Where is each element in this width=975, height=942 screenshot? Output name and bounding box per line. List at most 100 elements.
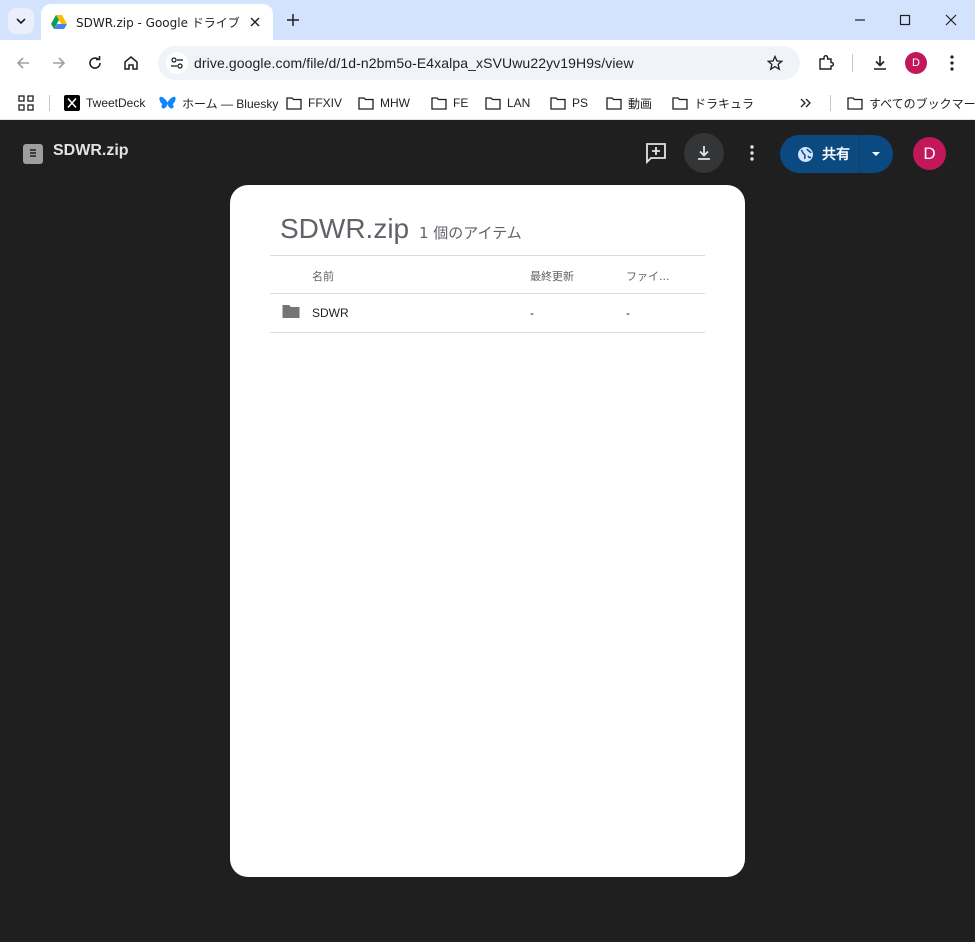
folder-icon [358,97,374,110]
bluesky-butterfly-icon [159,96,176,109]
new-tab-button[interactable] [283,10,303,30]
folder-icon [286,97,302,110]
home-icon [124,56,138,70]
downloads-button[interactable] [868,51,892,75]
tab-close-button[interactable] [247,14,263,30]
bookmark-bluesky[interactable]: ホーム — Bluesky [159,91,278,115]
caret-down-icon [872,152,880,156]
drive-file-viewer: SDWR.zip 共有 D SDWR.zip 1 個のアイテム 名前 最終更新 … [0,121,975,942]
google-drive-icon [51,15,67,29]
folder-icon [672,97,688,110]
bookmark-folder-douga[interactable]: 動画 [606,91,652,115]
share-label: 共有 [822,147,850,163]
bookmark-folder-lan[interactable]: LAN [485,91,530,115]
minimize-button[interactable] [848,8,872,32]
more-vert-icon [750,145,754,161]
archive-contents-table: 名前 最終更新 ファイ... SDWR - - [270,255,705,333]
bookmark-folder-dracula[interactable]: ドラキュラ [672,91,754,115]
globe-icon [798,146,813,162]
tab-strip: SDWR.zip - Google ドライブ [0,0,975,40]
maximize-icon [899,14,911,26]
download-icon [698,146,710,160]
folder-icon [282,305,300,318]
row-size: - [626,306,630,320]
browser-toolbar: drive.google.com/file/d/1d-n2bm5o-E4xalp… [0,40,975,86]
table-row[interactable]: SDWR - - [270,294,705,333]
arrow-right-icon [53,57,66,69]
bookmark-label: ホーム — Bluesky [182,96,279,111]
x-logo-icon [64,95,80,111]
more-bookmarks-button[interactable] [800,91,818,115]
folder-icon [847,97,863,110]
extensions-button[interactable] [814,51,838,75]
bookmark-tweetdeck[interactable]: TweetDeck [64,91,145,115]
bookmark-label: TweetDeck [86,96,146,110]
plus-icon [287,14,299,26]
column-header-size[interactable]: ファイ... [626,268,670,284]
bookmark-folder-mhw[interactable]: MHW [358,91,410,115]
row-modified: - [530,306,534,320]
url-text[interactable]: drive.google.com/file/d/1d-n2bm5o-E4xalp… [194,55,634,71]
file-title: SDWR.zip [53,142,129,159]
reload-button[interactable] [83,51,107,75]
bookmark-separator [49,95,50,111]
maximize-button[interactable] [893,8,917,32]
close-icon [250,17,260,27]
bookmarks-bar: TweetDeck ホーム — Bluesky FFXIV MHW FE LAN… [0,86,975,120]
toolbar-divider [852,54,853,72]
arrow-left-icon [16,57,29,69]
double-chevron-right-icon [800,98,811,108]
download-button[interactable] [684,133,724,173]
zip-file-icon [23,144,43,164]
folder-icon [606,97,622,110]
browser-menu-button[interactable] [940,51,964,75]
table-header: 名前 最終更新 ファイ... [270,255,705,294]
bookmark-folder-ffxiv[interactable]: FFXIV [286,91,342,115]
minimize-icon [855,19,865,21]
tab-title: SDWR.zip - Google ドライブ [76,15,240,30]
share-dropdown-button[interactable] [860,135,892,173]
forward-button[interactable] [47,51,71,75]
bookmark-label: PS [572,96,589,110]
apps-grid-icon [18,95,34,111]
profile-avatar[interactable]: D [905,52,927,74]
folder-icon [550,97,566,110]
chevron-down-icon [16,18,26,25]
home-button[interactable] [119,51,143,75]
all-bookmarks-button[interactable]: すべてのブックマーク [847,91,975,115]
bookmark-folder-ps[interactable]: PS [550,91,588,115]
share-button[interactable]: 共有 [780,135,860,173]
folder-icon [431,97,447,110]
item-count: 1 個のアイテム [419,224,522,242]
address-bar[interactable]: drive.google.com/file/d/1d-n2bm5o-E4xalp… [158,46,800,80]
bookmark-folder-fe[interactable]: FE [431,91,468,115]
add-comment-icon [646,143,666,164]
row-name: SDWR [312,306,349,320]
folder-icon [485,97,501,110]
puzzle-icon [819,55,835,70]
bookmark-label: FFXIV [308,96,343,110]
back-button[interactable] [11,51,35,75]
tune-icon [171,57,183,69]
more-vert-icon [950,55,954,71]
column-header-name[interactable]: 名前 [312,268,334,284]
site-info-button[interactable] [166,52,188,74]
apps-button[interactable] [18,91,40,115]
download-icon [874,56,886,70]
tab-search-button[interactable] [8,8,34,34]
active-tab[interactable]: SDWR.zip - Google ドライブ [41,4,273,40]
add-comment-button[interactable] [636,133,676,173]
more-actions-button[interactable] [732,133,772,173]
account-avatar[interactable]: D [913,137,946,170]
reload-icon [89,56,101,69]
bookmark-separator [830,95,831,111]
archive-preview-card: SDWR.zip 1 個のアイテム 名前 最終更新 ファイ... SDWR - … [230,185,745,877]
window-close-button[interactable] [939,8,963,32]
column-header-modified[interactable]: 最終更新 [530,268,574,284]
bookmark-label: LAN [507,96,531,110]
star-icon[interactable] [767,55,783,71]
bookmark-label: FE [453,96,469,110]
close-icon [945,14,957,26]
archive-title: SDWR.zip [280,213,410,244]
share-button-group: 共有 [780,135,893,173]
